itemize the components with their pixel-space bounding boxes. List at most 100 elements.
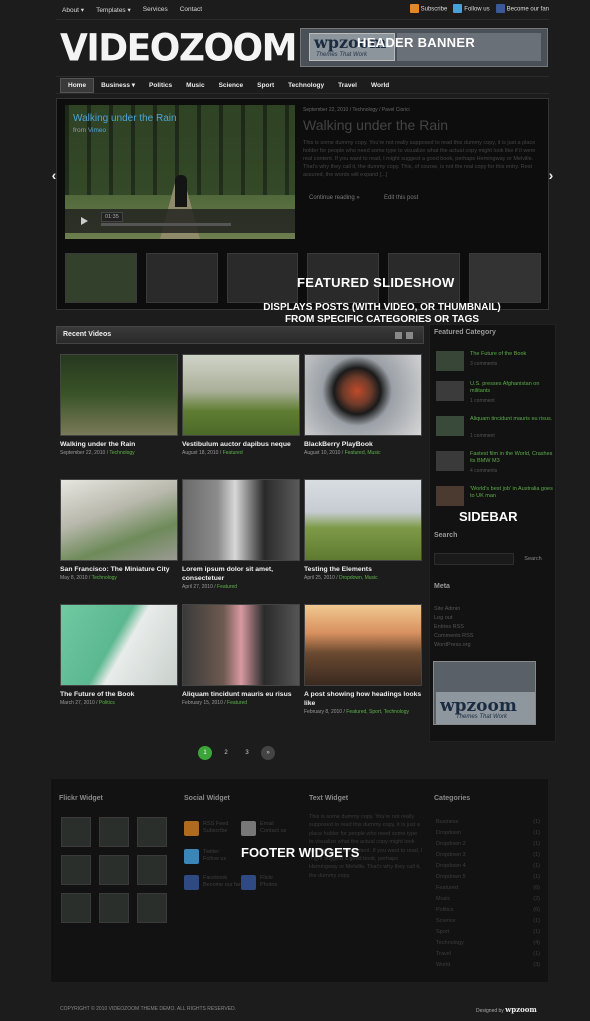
video-thumb[interactable] [182, 354, 300, 436]
category-item[interactable]: Dropdown 4 (1) [436, 863, 546, 869]
nav-world[interactable]: World [364, 79, 396, 92]
category-item[interactable]: Science (1) [436, 918, 546, 924]
search-button[interactable]: Search [518, 553, 548, 565]
category-name[interactable]: Music [436, 896, 450, 902]
nav-music[interactable]: Music [179, 79, 211, 92]
category-name[interactable]: Sport [436, 929, 449, 935]
top-nav-services[interactable]: Services [143, 6, 168, 14]
video-title[interactable]: A post showing how headings looks like [304, 690, 422, 708]
flickr-photo[interactable] [137, 855, 167, 885]
grid-view-icon[interactable] [406, 332, 413, 339]
category-name[interactable]: Science [436, 918, 456, 924]
featured-thumb[interactable] [436, 416, 464, 436]
edit-post-link[interactable]: Edit this post [384, 195, 418, 201]
category-name[interactable]: Technology [436, 940, 464, 946]
slide-thumb[interactable] [145, 253, 218, 303]
category-item[interactable]: Business (1) [436, 819, 546, 825]
category-item[interactable]: Technology (4) [436, 940, 546, 946]
category-item[interactable]: Sport (1) [436, 929, 546, 935]
flickr-photo[interactable] [137, 893, 167, 923]
featured-title[interactable]: U.S. presses Afghanistan on militants [470, 381, 554, 395]
flickr-photo[interactable] [99, 817, 129, 847]
video-card[interactable]: Aliquam tincidunt mauris eu risus Februa… [182, 604, 300, 706]
site-logo[interactable]: VIDEOZOOM [60, 27, 297, 70]
nav-politics[interactable]: Politics [142, 79, 179, 92]
video-title[interactable]: Lorem ipsum dolor sit amet, consectetuer [182, 565, 300, 583]
video-thumb[interactable] [60, 479, 178, 561]
flickr-photo[interactable] [61, 817, 91, 847]
video-cats[interactable]: Technology [109, 450, 134, 456]
meta-log-out[interactable]: Log out [434, 615, 452, 621]
video-card[interactable]: The Future of the Book March 27, 2010 / … [60, 604, 178, 706]
meta-wordpress[interactable]: WordPress.org [434, 642, 471, 648]
prev-arrow-icon[interactable]: ‹ [48, 166, 60, 184]
video-cats[interactable]: Featured, Music [345, 450, 381, 456]
top-nav-contact[interactable]: Contact [180, 6, 202, 14]
video-title[interactable]: Aliquam tincidunt mauris eu risus [182, 690, 300, 699]
video-card[interactable]: Testing the Elements April 25, 2010 / Dr… [304, 479, 422, 581]
category-item[interactable]: Travel (1) [436, 951, 546, 957]
page-3[interactable]: 3 [240, 746, 254, 760]
video-cats[interactable]: Featured [223, 450, 243, 456]
video-cats[interactable]: Politics [99, 700, 115, 706]
slide-thumb[interactable] [226, 253, 299, 303]
video-cats[interactable]: Technology [92, 575, 117, 581]
page-2[interactable]: 2 [219, 746, 233, 760]
video-title[interactable]: Testing the Elements [304, 565, 422, 574]
top-nav-templates[interactable]: Templates ▾ [96, 6, 131, 14]
video-thumb[interactable] [304, 604, 422, 686]
category-item[interactable]: Dropdown 2 (1) [436, 841, 546, 847]
category-item[interactable]: Dropdown 3 (1) [436, 852, 546, 858]
flickr-photo[interactable] [99, 855, 129, 885]
video-card[interactable]: San Francisco: The Miniature City May 8,… [60, 479, 178, 581]
category-name[interactable]: Dropdown 3 [436, 852, 466, 858]
next-page[interactable]: » [261, 746, 275, 760]
video-cats[interactable]: Featured [217, 584, 237, 590]
category-name[interactable]: Travel [436, 951, 451, 957]
featured-thumb[interactable] [436, 451, 464, 471]
video-thumb[interactable] [60, 354, 178, 436]
nav-business[interactable]: Business ▾ [94, 78, 142, 92]
video-thumb[interactable] [182, 604, 300, 686]
header-banner[interactable]: wpzoom Themes That Work HEADER BANNER [300, 28, 548, 67]
flickr-photo[interactable] [99, 893, 129, 923]
video-title[interactable]: Walking under the Rain [60, 440, 178, 449]
category-item[interactable]: World (3) [436, 962, 546, 968]
follow-link[interactable]: Follow us [453, 4, 490, 13]
video-card[interactable]: A post showing how headings looks like F… [304, 604, 422, 715]
from-source[interactable]: Vimeo [88, 127, 106, 134]
page-1[interactable]: 1 [198, 746, 212, 760]
video-progress[interactable] [101, 223, 231, 226]
video-thumb[interactable] [182, 479, 300, 561]
nav-travel[interactable]: Travel [331, 79, 364, 92]
video-card[interactable]: Vestibulum auctor dapibus neque August 1… [182, 354, 300, 456]
category-item[interactable]: Dropdown (1) [436, 830, 546, 836]
video-title[interactable]: San Francisco: The Miniature City [60, 565, 178, 574]
featured-thumb[interactable] [436, 351, 464, 371]
slide-thumb[interactable] [469, 253, 541, 303]
continue-reading-link[interactable]: Continue reading » [309, 195, 360, 201]
fan-link[interactable]: Become our fan [495, 4, 549, 13]
play-icon[interactable] [81, 217, 88, 225]
slide-heading[interactable]: Walking under the Rain [303, 117, 448, 133]
category-item[interactable]: Dropdown 5 (1) [436, 874, 546, 880]
meta-site-admin[interactable]: Site Admin [434, 606, 460, 612]
video-title[interactable]: Walking under the Rain [73, 113, 177, 124]
featured-title[interactable]: The Future of the Book [470, 351, 554, 358]
featured-title[interactable]: 'World's best job' in Australia goes to … [470, 486, 554, 500]
video-card[interactable]: Lorem ipsum dolor sit amet, consectetuer… [182, 479, 300, 590]
video-thumb[interactable] [304, 479, 422, 561]
designer-logo[interactable]: wpzoom [505, 1005, 537, 1014]
meta-comments-rss[interactable]: Comments RSS [434, 633, 473, 639]
video-cats[interactable]: Featured [227, 700, 247, 706]
nav-technology[interactable]: Technology [281, 79, 331, 92]
subscribe-link[interactable]: Subscribe [409, 4, 447, 13]
category-item[interactable]: Featured (6) [436, 885, 546, 891]
category-name[interactable]: Dropdown 5 [436, 874, 466, 880]
category-name[interactable]: Dropdown [436, 830, 461, 836]
search-input[interactable] [434, 553, 514, 565]
category-name[interactable]: Politics [436, 907, 453, 913]
video-thumb[interactable] [60, 604, 178, 686]
video-title[interactable]: Vestibulum auctor dapibus neque [182, 440, 300, 449]
featured-thumb[interactable] [436, 381, 464, 401]
